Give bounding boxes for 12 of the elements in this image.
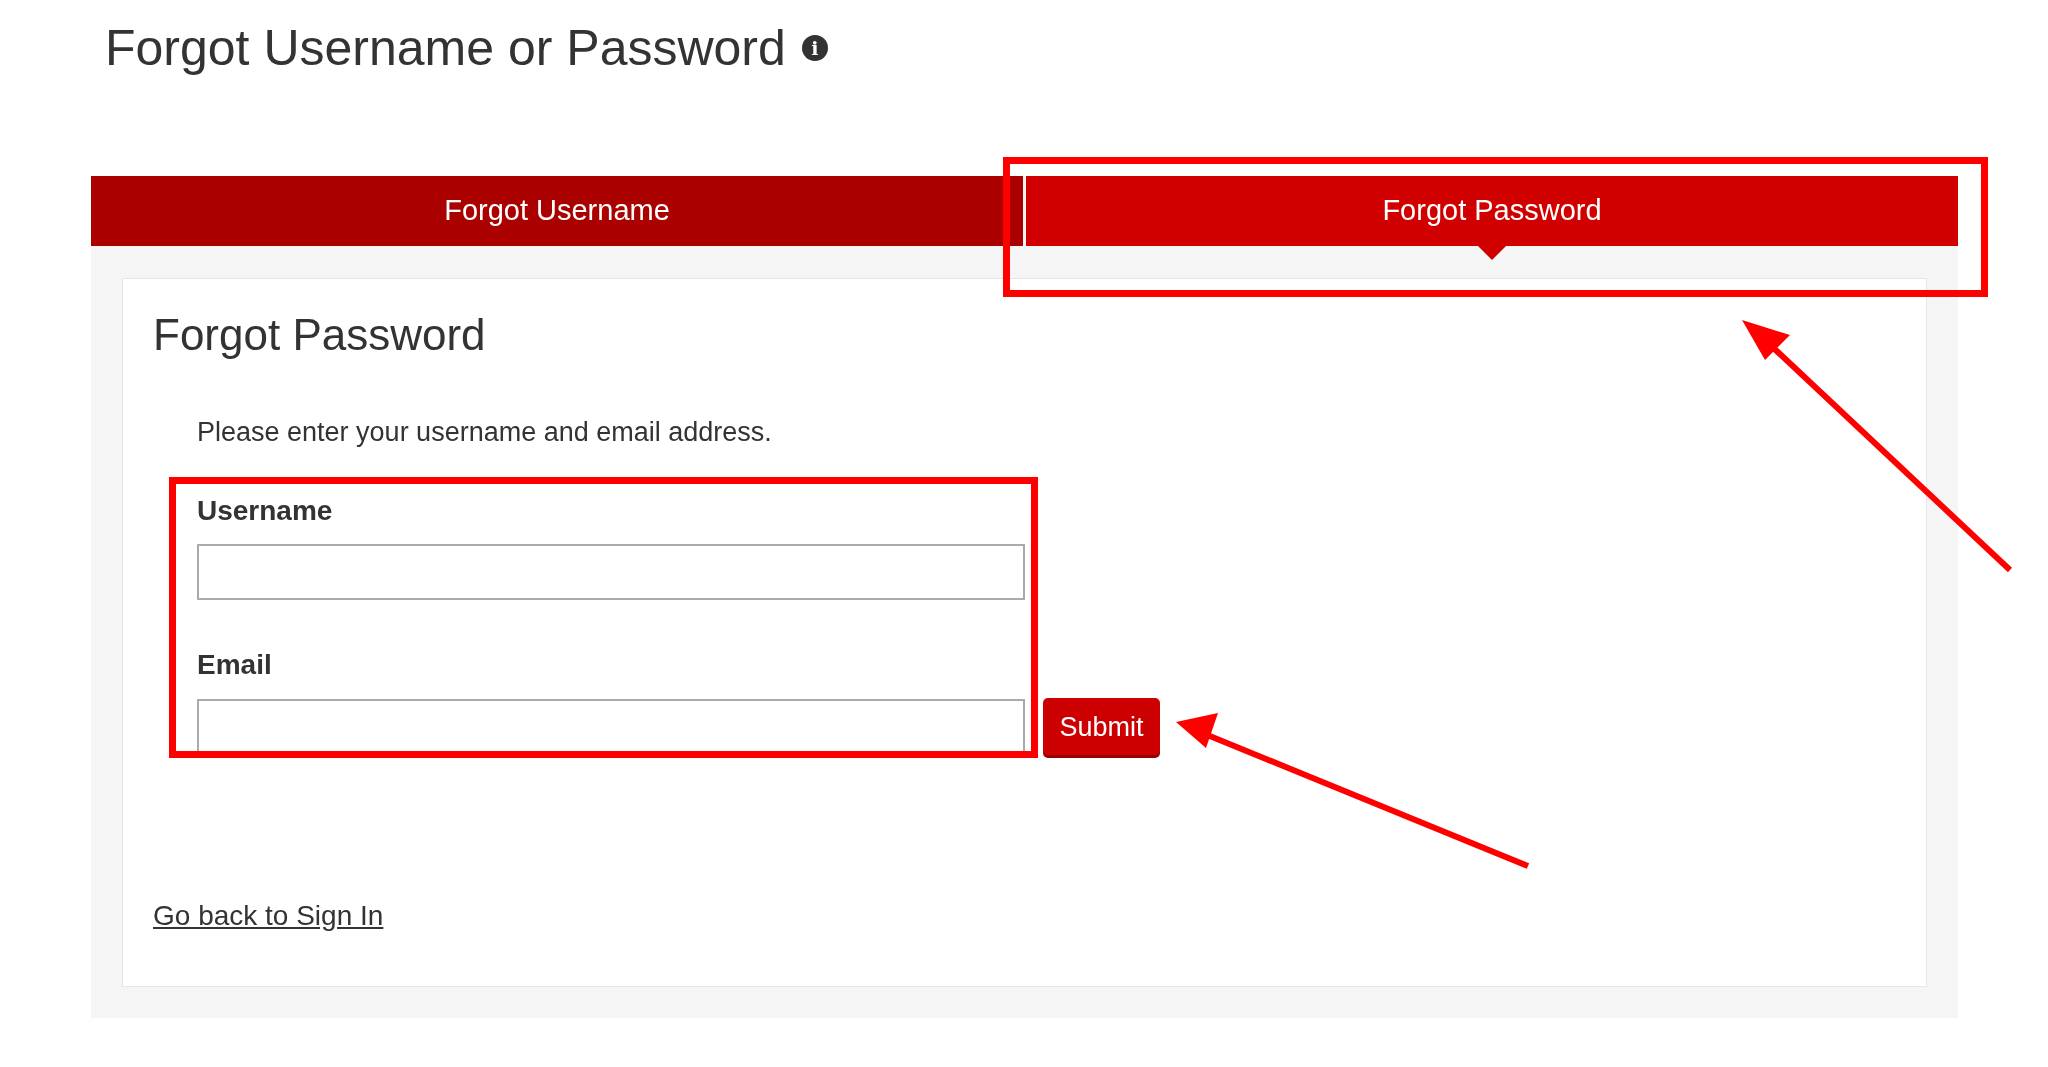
instructions-text: Please enter your username and email address.: [197, 415, 773, 449]
page-title: Forgot Username or Password: [105, 23, 786, 73]
field-label: Username: [197, 494, 334, 529]
tab[interactable]: Forgot Username: [91, 176, 1023, 246]
submit-button[interactable]: Submit: [1043, 698, 1160, 756]
caret-icon: [1478, 246, 1506, 260]
input-field[interactable]: [197, 544, 1025, 601]
form-title: Forgot Password: [153, 309, 487, 361]
tab[interactable]: Forgot Password: [1026, 176, 1958, 246]
field-label: Email: [197, 648, 273, 683]
back-link[interactable]: Go back to Sign In: [153, 895, 384, 938]
info-icon: i: [801, 35, 828, 61]
